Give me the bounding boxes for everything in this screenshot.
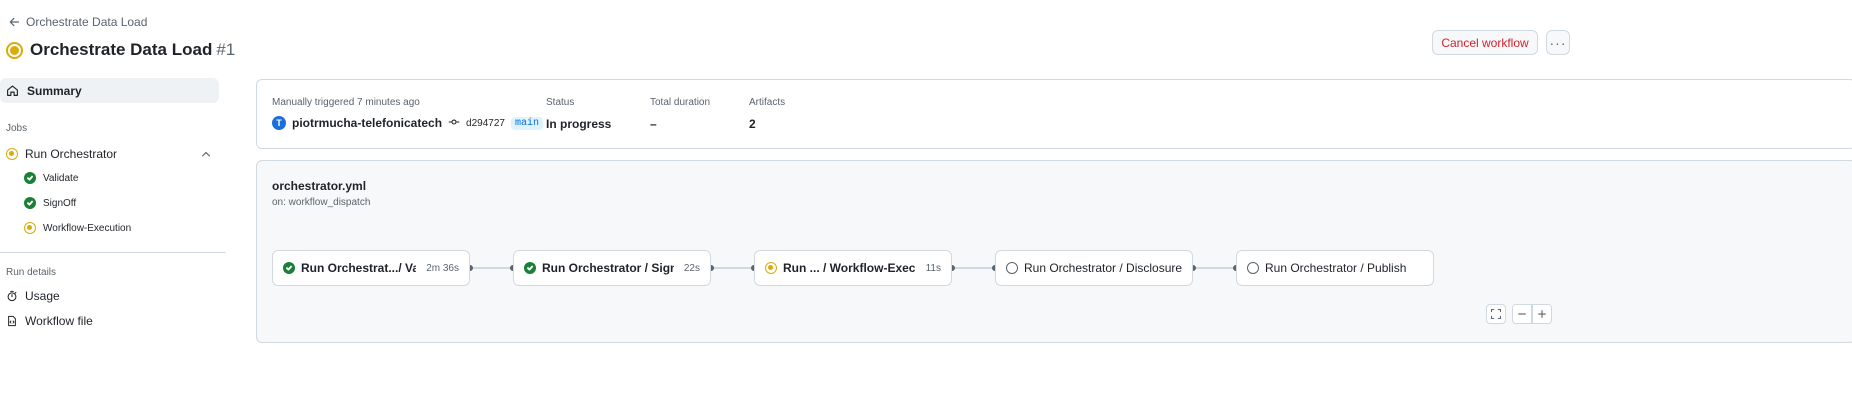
pending-circle-icon (1006, 262, 1018, 274)
check-circle-icon (24, 197, 36, 209)
node-duration: 22s (683, 262, 700, 274)
in-progress-icon (6, 148, 18, 160)
status-value: In progress (546, 117, 612, 131)
connector-line (470, 267, 513, 269)
sidebar: Summary Jobs Run Orchestrator Validate S… (0, 78, 226, 331)
branch-tag[interactable]: main (510, 116, 543, 130)
sidebar-item-summary[interactable]: Summary (0, 78, 219, 103)
run-details-heading: Run details (6, 267, 57, 278)
run-number: #1 (216, 40, 236, 59)
graph-node-workflow-execution[interactable]: Run ... / Workflow-Execution 11s (754, 250, 952, 286)
status-block: Status In progress (546, 97, 611, 131)
page-title: Orchestrate Data Load #1 (30, 40, 235, 60)
workflow-graph: orchestrator.yml on: workflow_dispatch R… (256, 160, 1852, 343)
zoom-out-button[interactable] (1512, 304, 1532, 324)
pending-circle-icon (1247, 262, 1259, 274)
avatar[interactable]: T (272, 116, 286, 130)
node-duration: 11s (925, 262, 941, 274)
in-progress-icon (6, 41, 23, 59)
in-progress-icon (24, 222, 36, 234)
zoom-in-button[interactable] (1532, 304, 1552, 324)
node-name: Run Orchestrator / SignOff (542, 261, 674, 275)
commit-sha-link[interactable]: d294727 (466, 118, 505, 129)
node-name: Run ... / Workflow-Execution (783, 261, 916, 275)
back-link-label: Orchestrate Data Load (26, 15, 148, 29)
status-label: Status (546, 97, 575, 108)
artifacts-label: Artifacts (749, 97, 786, 108)
node-name: Run Orchestrator / Disclosure (1024, 261, 1182, 275)
workflow-name: Orchestrate Data Load (30, 40, 213, 59)
check-circle-icon (283, 262, 295, 274)
workflow-file-name: orchestrator.yml (272, 179, 367, 193)
sidebar-item-usage[interactable]: Usage (0, 286, 226, 306)
arrow-left-icon (9, 17, 20, 27)
sidebar-job-validate[interactable]: Validate (0, 168, 226, 188)
page-title-row: Orchestrate Data Load #1 (6, 40, 235, 60)
sidebar-job-run-orchestrator[interactable]: Run Orchestrator (0, 144, 219, 164)
file-code-icon (8, 315, 16, 327)
trigger-details: T piotrmucha-telefonicatech d294727 main (272, 116, 543, 130)
job-label: Workflow-Execution (43, 222, 132, 234)
actor-link[interactable]: piotrmucha-telefonicatech (292, 116, 442, 130)
sidebar-item-workflow-file[interactable]: Workflow file (0, 311, 226, 331)
git-commit-icon (448, 116, 460, 130)
jobs-heading: Jobs (6, 123, 28, 134)
artifacts-block: Artifacts 2 (749, 97, 785, 131)
connector-line (1193, 267, 1236, 269)
check-circle-icon (524, 262, 536, 274)
graph-node-signoff[interactable]: Run Orchestrator / SignOff 22s (513, 250, 711, 286)
home-icon (7, 85, 18, 96)
chevron-up-icon[interactable] (200, 148, 212, 160)
fullscreen-icon (1490, 308, 1502, 320)
graph-node-publish[interactable]: Run Orchestrator / Publish (1236, 250, 1434, 286)
duration-label: Total duration (650, 97, 711, 108)
minus-icon (1518, 313, 1526, 315)
sidebar-job-signoff[interactable]: SignOff (0, 193, 226, 213)
back-link[interactable]: Orchestrate Data Load (8, 15, 147, 29)
job-label: Validate (43, 172, 79, 184)
job-label: SignOff (43, 197, 77, 209)
trigger-info: Manually triggered 7 minutes ago T piotr… (272, 97, 543, 130)
graph-node-validate[interactable]: Run Orchestrat.../ Validate 2m 36s (272, 250, 470, 286)
sidebar-job-workflow-execution[interactable]: Workflow-Execution (0, 218, 226, 238)
sidebar-item-workflow-file-label: Workflow file (25, 314, 93, 328)
job-label: Run Orchestrator (25, 147, 118, 161)
node-name: Run Orchestrat.../ Validate (301, 261, 417, 275)
run-summary-card: Manually triggered 7 minutes ago T piotr… (256, 79, 1852, 149)
workflow-trigger: on: workflow_dispatch (272, 197, 371, 208)
stopwatch-icon (7, 290, 17, 302)
kebab-menu-button[interactable]: ··· (1546, 30, 1570, 55)
artifacts-value[interactable]: 2 (749, 117, 785, 131)
connector-line (952, 267, 995, 269)
fullscreen-button[interactable] (1486, 304, 1506, 324)
node-duration: 2m 36s (426, 262, 459, 274)
node-name: Run Orchestrator / Publish (1265, 261, 1407, 275)
check-circle-icon (24, 172, 36, 184)
divider (0, 252, 226, 253)
graph-node-disclosure[interactable]: Run Orchestrator / Disclosure (995, 250, 1193, 286)
connector-line (711, 267, 754, 269)
plus-icon (1538, 310, 1546, 318)
duration-value: – (650, 117, 657, 131)
in-progress-icon (765, 262, 777, 274)
cancel-workflow-button[interactable]: Cancel workflow (1432, 30, 1538, 55)
sidebar-item-summary-label: Summary (27, 83, 82, 98)
duration-block: Total duration – (650, 97, 710, 131)
trigger-text: Manually triggered 7 minutes ago (272, 97, 420, 108)
sidebar-item-usage-label: Usage (25, 289, 60, 303)
